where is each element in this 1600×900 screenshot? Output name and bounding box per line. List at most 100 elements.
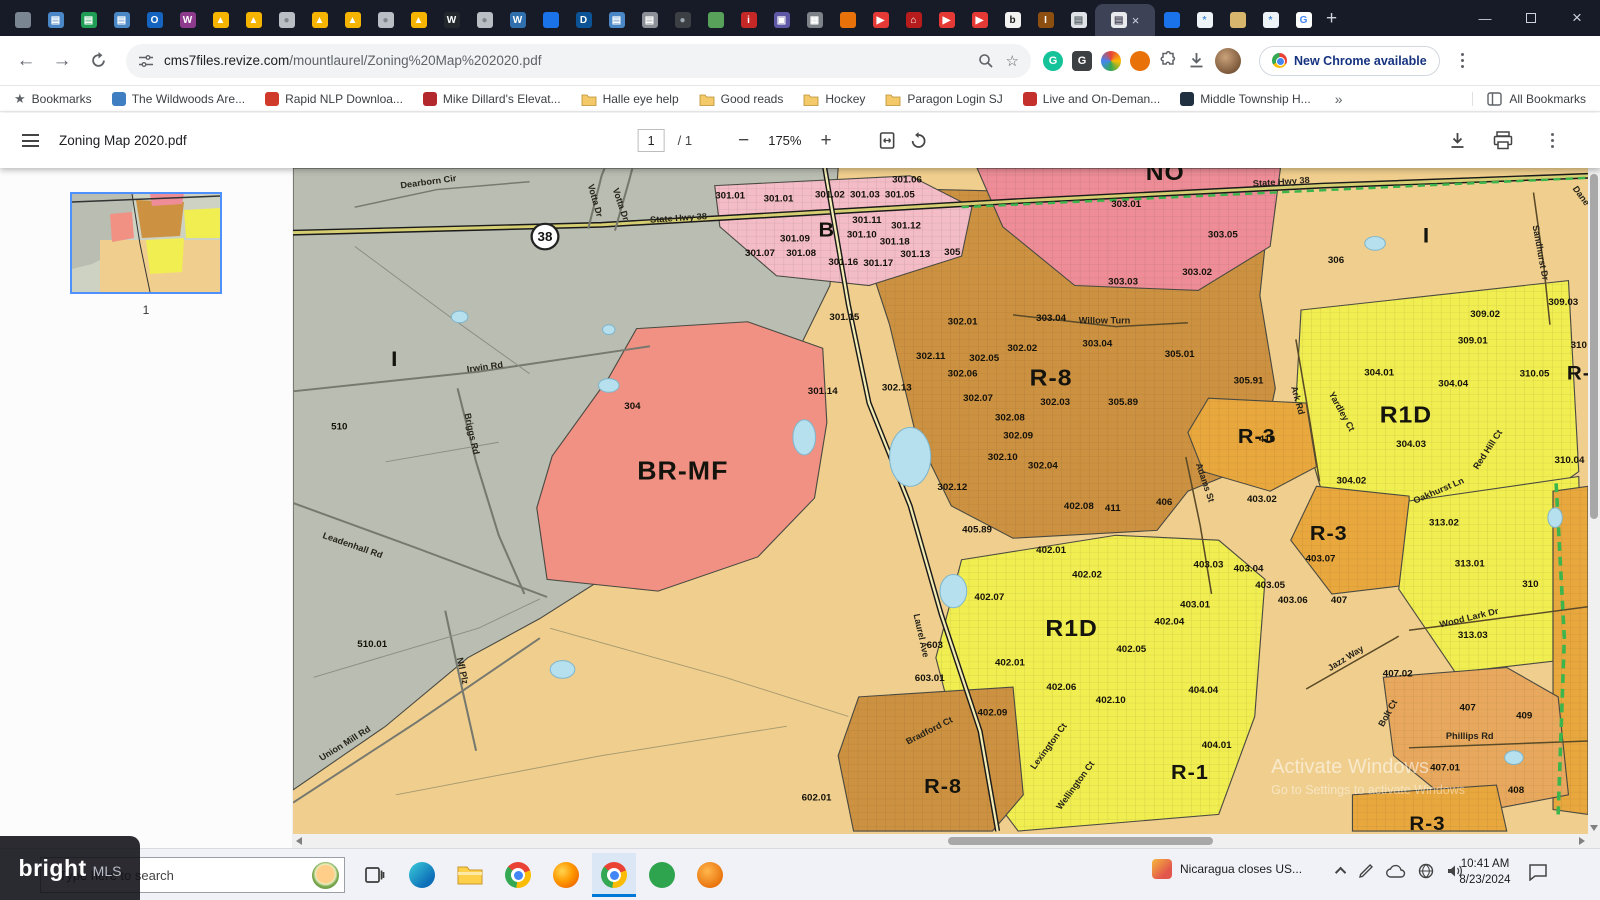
scroll-down-arrow[interactable]: [1590, 825, 1598, 831]
bookmark-item-1[interactable]: The Wildwoods Are...: [112, 92, 245, 106]
close-button[interactable]: ×: [1554, 0, 1600, 36]
browser-tab-6[interactable]: ▲: [204, 4, 237, 36]
grammarly-extension-icon[interactable]: G: [1043, 51, 1063, 71]
downloads-icon[interactable]: [1187, 51, 1206, 70]
bookmark-item-4[interactable]: Halle eye help: [581, 92, 679, 106]
browser-menu-icon[interactable]: [1457, 49, 1469, 73]
browser-tab-23[interactable]: ▣: [765, 4, 798, 36]
find-in-page-icon[interactable]: [978, 53, 994, 69]
taskbar-orange-app-button[interactable]: [688, 853, 732, 897]
pen-tray-icon[interactable]: [1358, 863, 1374, 879]
taskbar-clock[interactable]: 10:41 AM 8/23/2024: [1452, 857, 1518, 888]
browser-tab-13[interactable]: W: [435, 4, 468, 36]
maximize-button[interactable]: [1508, 0, 1554, 36]
g-extension-icon[interactable]: G: [1072, 51, 1092, 71]
browser-tab-22[interactable]: i: [732, 4, 765, 36]
print-button[interactable]: [1493, 131, 1513, 150]
taskbar-edge-button[interactable]: [400, 853, 444, 897]
browser-tab-8[interactable]: ●: [270, 4, 303, 36]
scroll-left-arrow[interactable]: [296, 837, 302, 845]
address-bar[interactable]: cms7files.revize.com/mountlaurel/Zoning%…: [126, 44, 1031, 78]
pdf-more-menu-icon[interactable]: [1547, 129, 1559, 153]
browser-tab-36[interactable]: [1221, 4, 1254, 36]
browser-tab-5[interactable]: W: [171, 4, 204, 36]
colorful-extension-icon[interactable]: [1101, 51, 1121, 71]
url-text[interactable]: cms7files.revize.com/mountlaurel/Zoning%…: [164, 53, 966, 68]
task-view-button[interactable]: [352, 853, 396, 897]
browser-tab-19[interactable]: ▤: [633, 4, 666, 36]
browser-tab-15[interactable]: W: [501, 4, 534, 36]
zoom-out-button[interactable]: −: [732, 130, 755, 152]
browser-tab-7[interactable]: ▲: [237, 4, 270, 36]
all-bookmarks-button[interactable]: All Bookmarks: [1472, 92, 1586, 106]
onedrive-cloud-icon[interactable]: [1386, 864, 1406, 878]
browser-tab-16[interactable]: [534, 4, 567, 36]
minimize-button[interactable]: —: [1462, 0, 1508, 36]
browser-tab-35[interactable]: *: [1188, 4, 1221, 36]
browser-tab-30[interactable]: b: [996, 4, 1029, 36]
bookmark-item-7[interactable]: Paragon Login SJ: [885, 92, 1002, 106]
tab-close-icon[interactable]: ×: [1132, 14, 1140, 27]
fit-page-button[interactable]: [878, 131, 897, 150]
forward-button[interactable]: →: [46, 45, 78, 77]
browser-tab-17[interactable]: D: [567, 4, 600, 36]
browser-tab-11[interactable]: ●: [369, 4, 402, 36]
vertical-scrollbar-thumb[interactable]: [1590, 174, 1598, 519]
bookmark-item-3[interactable]: Mike Dillard's Elevat...: [423, 92, 561, 106]
bookmark-item-0[interactable]: ★Bookmarks: [14, 91, 92, 107]
taskbar-firefox-button[interactable]: [544, 853, 588, 897]
reload-button[interactable]: [82, 45, 114, 77]
update-chrome-button[interactable]: New Chrome available: [1259, 46, 1440, 76]
orange-extension-icon[interactable]: [1130, 51, 1150, 71]
browser-tab-4[interactable]: O: [138, 4, 171, 36]
browser-tab-29[interactable]: ▶: [963, 4, 996, 36]
bookmark-item-2[interactable]: Rapid NLP Downloa...: [265, 92, 403, 106]
browser-tab-26[interactable]: ▶: [864, 4, 897, 36]
network-icon[interactable]: [1418, 863, 1434, 879]
browser-tab-12[interactable]: ▲: [402, 4, 435, 36]
download-button[interactable]: [1448, 131, 1467, 150]
extensions-puzzle-icon[interactable]: [1159, 51, 1178, 70]
profile-avatar[interactable]: [1215, 48, 1241, 74]
browser-tab-24[interactable]: ▦: [798, 4, 831, 36]
pdf-page-content[interactable]: 38301.01301.01301.02301.03301.05301.0630…: [293, 168, 1600, 848]
browser-tab-38[interactable]: G: [1287, 4, 1320, 36]
browser-tab-31[interactable]: I: [1029, 4, 1062, 36]
pdf-page-thumbnail[interactable]: [70, 192, 222, 294]
browser-tab-10[interactable]: ▲: [336, 4, 369, 36]
browser-tab-34[interactable]: [1155, 4, 1188, 36]
search-highlight-icon[interactable]: [312, 862, 339, 889]
action-center-button[interactable]: [1528, 863, 1548, 881]
scroll-right-arrow[interactable]: [1579, 837, 1585, 845]
back-button[interactable]: ←: [10, 45, 42, 77]
taskbar-chrome-button[interactable]: [496, 853, 540, 897]
browser-tab-27[interactable]: ⌂: [897, 4, 930, 36]
bookmark-item-9[interactable]: Middle Township H...: [1180, 92, 1311, 106]
browser-tab-37[interactable]: *: [1254, 4, 1287, 36]
bookmarks-overflow-chevron[interactable]: »: [1335, 91, 1343, 107]
zoom-in-button[interactable]: +: [814, 130, 837, 152]
browser-tab-28[interactable]: ▶: [930, 4, 963, 36]
bookmark-item-5[interactable]: Good reads: [699, 92, 784, 106]
browser-tab-2[interactable]: ▤: [72, 4, 105, 36]
browser-tab-32[interactable]: ▤: [1062, 4, 1095, 36]
horizontal-scrollbar[interactable]: [293, 834, 1588, 848]
browser-tab-3[interactable]: ▤: [105, 4, 138, 36]
new-tab-button[interactable]: +: [1326, 8, 1337, 30]
browser-tab-25[interactable]: [831, 4, 864, 36]
browser-tab-9[interactable]: ▲: [303, 4, 336, 36]
browser-tab-18[interactable]: ▤: [600, 4, 633, 36]
news-widget[interactable]: Nicaragua closes US...: [1152, 859, 1337, 879]
browser-tab-0[interactable]: [6, 4, 39, 36]
browser-tab-1[interactable]: ▤: [39, 4, 72, 36]
bookmark-item-6[interactable]: Hockey: [803, 92, 865, 106]
horizontal-scrollbar-thumb[interactable]: [948, 837, 1213, 845]
page-number-input[interactable]: 1: [638, 129, 665, 152]
bookmark-star-icon[interactable]: ☆: [1006, 52, 1019, 70]
browser-tab-21[interactable]: [699, 4, 732, 36]
vertical-scrollbar[interactable]: [1588, 168, 1600, 834]
browser-tab-33[interactable]: ▤×: [1095, 4, 1155, 36]
browser-tab-20[interactable]: ●: [666, 4, 699, 36]
taskbar-chrome-active-button[interactable]: [592, 853, 636, 897]
browser-tab-14[interactable]: ●: [468, 4, 501, 36]
